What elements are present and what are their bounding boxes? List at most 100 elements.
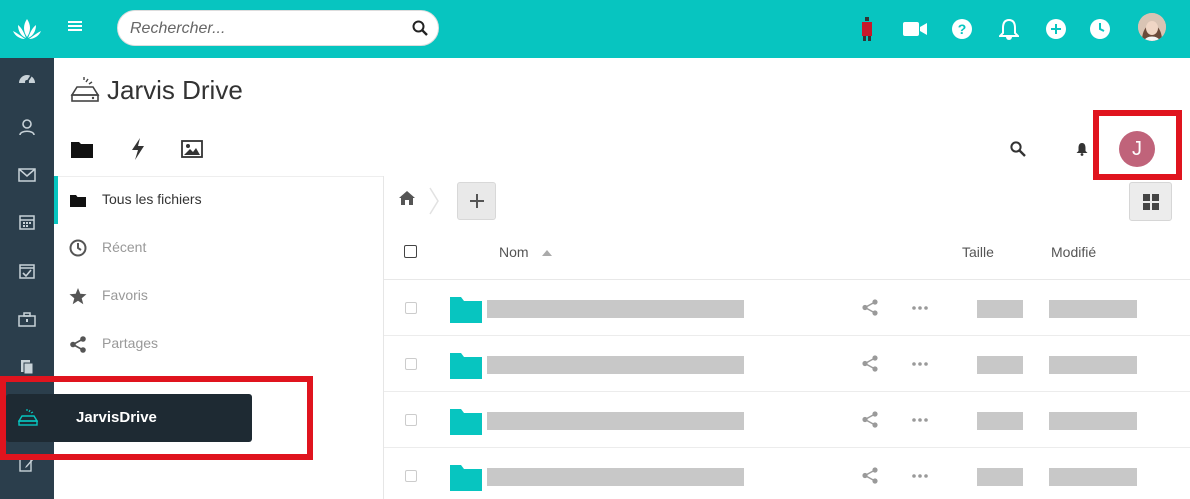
- file-name-redacted[interactable]: [487, 300, 744, 318]
- top-bar: ?: [54, 0, 1190, 58]
- video-camera-icon: [903, 22, 927, 36]
- more-options-icon[interactable]: [911, 467, 929, 490]
- modified-date-redacted: [1049, 468, 1137, 486]
- lightning-icon: [132, 138, 144, 160]
- file-size-redacted: [977, 468, 1023, 486]
- more-options-icon[interactable]: [911, 355, 929, 378]
- calendar-icon: [19, 215, 35, 230]
- select-all-checkbox[interactable]: [404, 245, 417, 258]
- lotus-logo-icon: [13, 19, 41, 39]
- rail-mail[interactable]: [0, 152, 54, 198]
- column-header-name[interactable]: Nom: [499, 244, 553, 260]
- dashboard-icon: [19, 75, 35, 84]
- documents-icon: [21, 360, 34, 375]
- nav-label: Récent: [102, 239, 147, 255]
- nav-item-favorites[interactable]: Favoris: [54, 272, 383, 320]
- more-options-icon[interactable]: [911, 299, 929, 322]
- briefcase-icon: [18, 311, 36, 327]
- nav-item-shares[interactable]: Partages: [54, 320, 383, 368]
- search-icon: [1010, 141, 1026, 157]
- row-checkbox[interactable]: [405, 358, 417, 370]
- file-size-redacted: [977, 300, 1023, 318]
- file-name-redacted[interactable]: [487, 356, 744, 374]
- tab-files[interactable]: [70, 138, 94, 160]
- row-checkbox[interactable]: [405, 470, 417, 482]
- rail-dashboard[interactable]: [0, 54, 54, 100]
- modified-date-redacted: [1049, 412, 1137, 430]
- search-input[interactable]: [130, 18, 410, 40]
- video-call-button[interactable]: [903, 17, 927, 41]
- file-name-redacted[interactable]: [487, 468, 744, 486]
- table-row[interactable]: [384, 448, 1190, 499]
- nav-label: Tous les fichiers: [102, 191, 202, 207]
- search-icon[interactable]: [412, 20, 428, 41]
- highlight-box-avatar: [1093, 110, 1182, 180]
- home-icon: [399, 191, 415, 205]
- tooltip-label: JarvisDrive: [76, 409, 157, 426]
- red-figure-icon: [862, 17, 872, 41]
- share-icon[interactable]: [862, 411, 878, 433]
- rail-tasks[interactable]: [0, 248, 54, 294]
- share-icon: [68, 334, 88, 354]
- bell-icon: [999, 18, 1019, 40]
- profile-avatar[interactable]: [1138, 13, 1166, 41]
- drive-icon: [70, 75, 100, 108]
- column-header-modified[interactable]: Modifié: [1051, 244, 1096, 260]
- contacts-icon: [19, 119, 35, 136]
- folder-icon: [450, 351, 482, 384]
- table-row[interactable]: [384, 392, 1190, 448]
- nav-label: Partages: [102, 335, 159, 351]
- clock-icon: [68, 238, 88, 258]
- folder-icon: [68, 190, 88, 210]
- drive-search-button[interactable]: [1008, 138, 1028, 160]
- tab-gallery[interactable]: [180, 138, 204, 160]
- notifications-button[interactable]: [997, 17, 1021, 41]
- column-header-label: Nom: [499, 244, 529, 260]
- nav-label: Favoris: [102, 287, 148, 303]
- red-extension-button[interactable]: [855, 17, 879, 41]
- history-button[interactable]: [1088, 17, 1112, 41]
- nav-item-all-files[interactable]: Tous les fichiers: [54, 176, 383, 224]
- rail-tooltip-jarvisdrive[interactable]: JarvisDrive: [6, 394, 252, 442]
- modified-date-redacted: [1049, 300, 1137, 318]
- folder-icon: [450, 463, 482, 496]
- grid-icon: [1142, 193, 1159, 210]
- breadcrumb-home[interactable]: [398, 190, 416, 211]
- image-icon: [181, 140, 203, 158]
- drive-notifications-button[interactable]: [1072, 138, 1092, 160]
- file-size-redacted: [977, 356, 1023, 374]
- clock-circle-icon: [1090, 19, 1110, 39]
- table-row[interactable]: [384, 336, 1190, 392]
- file-name-redacted[interactable]: [487, 412, 744, 430]
- folder-icon: [450, 407, 482, 440]
- table-row[interactable]: [384, 280, 1190, 336]
- tab-activity[interactable]: [126, 138, 150, 160]
- rail-contacts[interactable]: [0, 104, 54, 150]
- row-checkbox[interactable]: [405, 414, 417, 426]
- tasks-calendar-icon: [19, 264, 35, 279]
- share-icon[interactable]: [862, 467, 878, 489]
- grid-view-button[interactable]: [1129, 182, 1172, 221]
- new-item-button[interactable]: [457, 182, 496, 220]
- help-button[interactable]: ?: [950, 17, 974, 41]
- menu-toggle-button[interactable]: [68, 19, 86, 39]
- share-icon[interactable]: [862, 355, 878, 377]
- mail-icon: [18, 168, 36, 182]
- sort-asc-icon: [542, 250, 553, 257]
- help-icon: ?: [952, 19, 972, 39]
- breadcrumb-separator: [428, 186, 440, 221]
- plus-icon: [469, 194, 484, 208]
- folder-icon: [450, 295, 482, 328]
- nav-item-recent[interactable]: Récent: [54, 224, 383, 272]
- column-header-size[interactable]: Taille: [962, 244, 994, 260]
- rail-calendar[interactable]: [0, 199, 54, 245]
- modified-date-redacted: [1049, 356, 1137, 374]
- app-logo[interactable]: [0, 0, 54, 58]
- rail-briefcase[interactable]: [0, 296, 54, 342]
- file-size-redacted: [977, 412, 1023, 430]
- share-icon[interactable]: [862, 299, 878, 321]
- row-checkbox[interactable]: [405, 302, 417, 314]
- add-button[interactable]: [1044, 17, 1068, 41]
- more-options-icon[interactable]: [911, 411, 929, 434]
- bell-icon: [1076, 143, 1088, 156]
